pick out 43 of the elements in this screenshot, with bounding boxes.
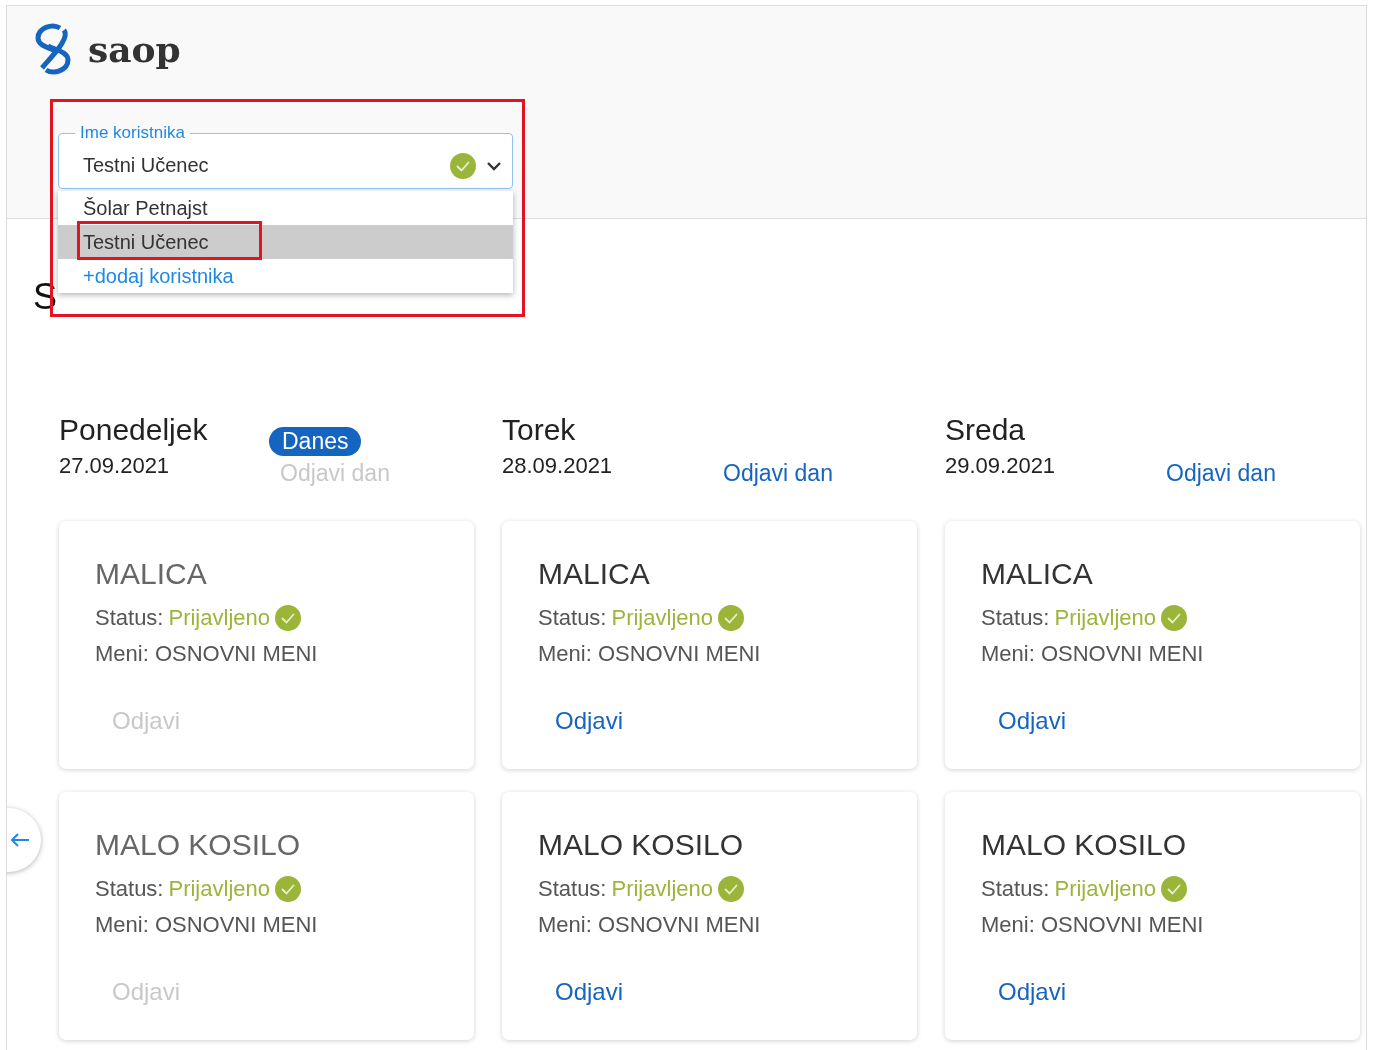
status-label: Status: [981, 876, 1050, 902]
menu-text: Meni: OSNOVNI MENI [538, 641, 762, 667]
cancel-day-link[interactable]: Odjavi dan [1155, 460, 1276, 487]
status-value: Prijavljeno [611, 876, 713, 902]
status-label: Status: [95, 876, 164, 902]
status-value: Prijavljeno [168, 605, 270, 631]
menu-text: Meni: OSNOVNI MENI [95, 641, 319, 667]
cancel-day-link[interactable]: Odjavi dan [712, 460, 833, 487]
cancel-button[interactable]: Odjavi [981, 707, 1067, 735]
meal-title: MALO KOSILO [981, 828, 1188, 862]
day-name: Ponedeljek [59, 413, 209, 447]
cancel-button[interactable]: Odjavi [981, 978, 1067, 1006]
meal-title: MALICA [95, 557, 208, 591]
dropdown-option[interactable]: Šolar Petnajst [58, 191, 513, 225]
status-value: Prijavljeno [168, 876, 270, 902]
menu-text: Meni: OSNOVNI MENI [538, 912, 762, 938]
day-date: 28.09.2021 [502, 453, 614, 479]
user-select[interactable]: Ime koristnika Testni Učenec [58, 123, 513, 189]
add-user-link[interactable]: +dodaj koristnika [58, 259, 513, 293]
status-label: Status: [538, 876, 607, 902]
arrow-left-icon [9, 832, 31, 848]
menu-text: Meni: OSNOVNI MENI [981, 641, 1205, 667]
logo-text: saop [88, 28, 181, 70]
meal-title: MALO KOSILO [95, 828, 302, 862]
status-value: Prijavljeno [1054, 605, 1156, 631]
status-label: Status: [538, 605, 607, 631]
day-date: 27.09.2021 [59, 453, 171, 479]
meal-title: MALICA [538, 557, 651, 591]
menu-text: Meni: OSNOVNI MENI [95, 912, 319, 938]
cancel-button[interactable]: Odjavi [538, 707, 624, 735]
day-name: Sreda [945, 413, 1027, 447]
status-label: Status: [981, 605, 1050, 631]
meal-title: MALO KOSILO [538, 828, 745, 862]
status-value: Prijavljeno [611, 605, 713, 631]
cancel-button[interactable]: Odjavi [538, 978, 624, 1006]
dropdown-option[interactable]: Testni Učenec [58, 225, 513, 259]
menu-text: Meni: OSNOVNI MENI [981, 912, 1205, 938]
meal-title: MALICA [981, 557, 1094, 591]
status-value: Prijavljeno [1054, 876, 1156, 902]
today-badge: Danes [269, 427, 362, 456]
status-label: Status: [95, 605, 164, 631]
day-name: Torek [502, 413, 577, 447]
day-date: 29.09.2021 [945, 453, 1057, 479]
